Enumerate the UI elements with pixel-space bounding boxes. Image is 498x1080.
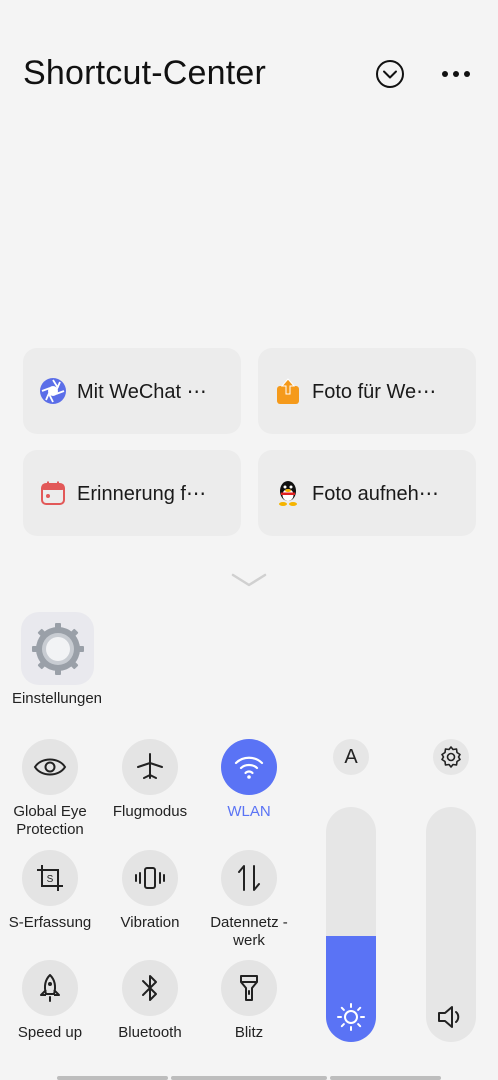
- nav-indicator: [171, 1076, 327, 1080]
- brightness-slider[interactable]: [326, 807, 376, 1042]
- toggle-label: Speed up: [17, 1024, 83, 1041]
- shortcut-card-reminder[interactable]: Erinnerung f⋯: [23, 450, 241, 536]
- screenshot-crop-icon: S: [37, 865, 63, 891]
- bluetooth-icon: [142, 975, 157, 1001]
- toggle-label: Flugmodus: [112, 803, 188, 820]
- airplane-icon: [137, 753, 163, 779]
- more-dots-icon: [442, 71, 470, 77]
- toggle-speed-up[interactable]: Speed up: [0, 960, 100, 1042]
- toggle-label: S-Erfassung: [8, 914, 92, 931]
- svg-text:S: S: [47, 874, 54, 885]
- brightness-sun-icon: [337, 1003, 365, 1031]
- toggle-airplane-mode[interactable]: Flugmodus: [100, 739, 200, 821]
- shortcut-label: Erinnerung f⋯: [77, 482, 206, 505]
- collapse-panel-button[interactable]: [372, 56, 408, 92]
- shortcut-card-take-photo[interactable]: Foto aufneh⋯: [258, 450, 476, 536]
- app-label-settings: Einstellungen: [11, 690, 103, 707]
- chevron-down-circle-icon: [376, 60, 404, 88]
- toggle-eye-protection[interactable]: Global Eye Protection: [0, 739, 100, 839]
- qq-penguin-icon: [274, 479, 302, 507]
- toggle-screenshot[interactable]: S S-Erfassung: [0, 850, 100, 932]
- app-settings[interactable]: [21, 612, 94, 685]
- shortcut-card-share-photo[interactable]: Foto für We⋯: [258, 348, 476, 434]
- vibration-icon: [135, 867, 165, 889]
- toggle-label: Datennetz - werk: [210, 914, 288, 949]
- toggle-vibration[interactable]: Vibration: [100, 850, 200, 932]
- toggle-wifi[interactable]: WLAN: [199, 739, 299, 821]
- toggle-label: Blitz: [234, 1024, 264, 1041]
- toggle-label: Bluetooth: [118, 1024, 182, 1041]
- nav-indicator: [330, 1076, 441, 1080]
- mobile-data-icon: [238, 865, 260, 891]
- shortcut-label: Foto für We⋯: [312, 380, 437, 403]
- toggle-mobile-data[interactable]: Datennetz - werk: [199, 850, 299, 950]
- wechat-scan-icon: [39, 377, 67, 405]
- shortcut-label: Mit WeChat ⋯: [77, 380, 207, 403]
- chevron-down-icon: [231, 573, 267, 587]
- shortcut-label: Foto aufneh⋯: [312, 482, 439, 505]
- eye-icon: [33, 758, 67, 776]
- gear-icon: [441, 746, 461, 768]
- speaker-icon: [438, 1006, 460, 1028]
- shortcut-card-wechat-scan[interactable]: Mit WeChat ⋯: [23, 348, 241, 434]
- toggle-flashlight[interactable]: Blitz: [199, 960, 299, 1042]
- more-options-button[interactable]: [438, 56, 474, 92]
- auto-brightness-label: A: [344, 745, 358, 768]
- toggle-label: Global Eye Protection: [13, 803, 87, 838]
- share-upload-icon: [274, 377, 302, 405]
- toggle-label: Vibration: [120, 914, 180, 931]
- toggle-bluetooth[interactable]: Bluetooth: [100, 960, 200, 1042]
- page-title: Shortcut-Center: [23, 54, 266, 92]
- expand-shortcuts-button[interactable]: [230, 570, 268, 590]
- sound-settings-button[interactable]: [433, 739, 469, 775]
- volume-slider[interactable]: [426, 807, 476, 1042]
- rocket-icon: [40, 974, 60, 1002]
- calendar-icon: [39, 479, 67, 507]
- wifi-icon: [234, 756, 264, 779]
- flashlight-icon: [240, 975, 258, 1001]
- nav-indicator: [57, 1076, 168, 1080]
- auto-brightness-button[interactable]: A: [333, 739, 369, 775]
- settings-gear-icon: [31, 622, 84, 675]
- toggle-label: WLAN: [227, 803, 271, 820]
